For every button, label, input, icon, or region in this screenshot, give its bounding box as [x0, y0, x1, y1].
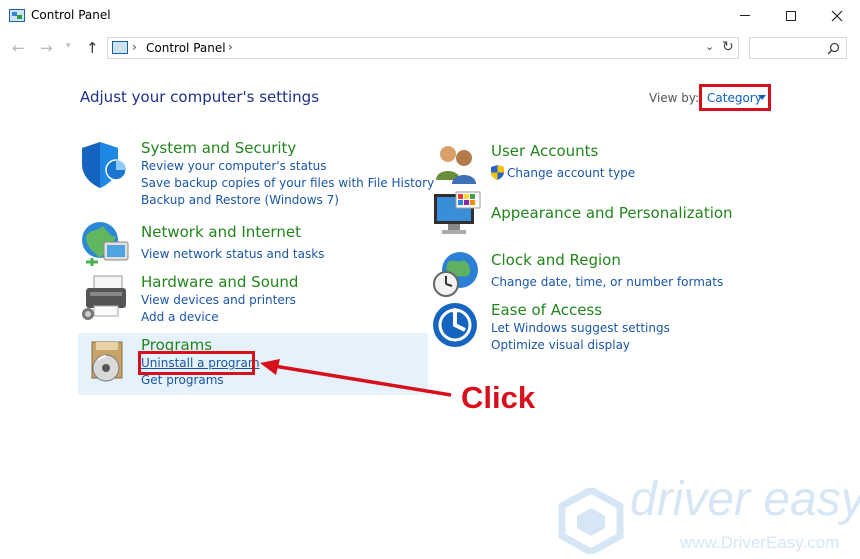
navigation-bar: ← → ▾ ↑ › Control Panel › ⌄ ↻ — [0, 31, 860, 65]
search-input[interactable] — [749, 37, 847, 59]
link-date-time-formats[interactable]: Change date, time, or number formats — [491, 275, 723, 289]
address-control-panel-icon — [112, 41, 128, 54]
category-system-security[interactable]: System and Security — [141, 139, 296, 157]
link-add-device[interactable]: Add a device — [141, 310, 219, 324]
window-title: Control Panel — [31, 8, 111, 22]
link-suggest-settings[interactable]: Let Windows suggest settings — [491, 321, 670, 335]
close-icon — [831, 10, 843, 21]
category-network-internet[interactable]: Network and Internet — [141, 223, 301, 241]
category-ease-of-access[interactable]: Ease of Access — [491, 301, 602, 319]
minimize-button[interactable] — [722, 0, 768, 31]
breadcrumb-separator-icon[interactable]: › — [228, 40, 233, 54]
address-bar[interactable]: › Control Panel › ⌄ ↻ — [107, 37, 739, 59]
address-dropdown-icon[interactable]: ⌄ — [705, 40, 714, 53]
driver-easy-logo-icon — [558, 488, 624, 554]
category-appearance[interactable]: Appearance and Personalization — [491, 204, 733, 222]
close-button[interactable] — [814, 0, 860, 31]
title-bar: Control Panel — [0, 0, 860, 31]
clock-globe-icon — [433, 252, 478, 297]
programs-disc-icon — [91, 341, 123, 382]
link-devices-printers[interactable]: View devices and printers — [141, 293, 296, 307]
watermark-brand: driver easy — [630, 473, 860, 526]
watermark-url: www.DriverEasy.com — [680, 533, 840, 552]
refresh-icon[interactable]: ↻ — [722, 39, 734, 55]
breadcrumb-separator-icon[interactable]: › — [132, 40, 137, 54]
back-arrow-icon[interactable]: ← — [12, 39, 25, 57]
maximize-button[interactable] — [768, 0, 814, 31]
network-globe-icon — [82, 222, 129, 266]
link-optimize-display[interactable]: Optimize visual display — [491, 338, 630, 352]
forward-arrow-icon[interactable]: → — [40, 39, 53, 57]
link-network-status[interactable]: View network status and tasks — [141, 247, 324, 261]
click-callout: Click — [461, 380, 536, 415]
category-hardware-sound[interactable]: Hardware and Sound — [141, 273, 298, 291]
link-get-programs[interactable]: Get programs — [141, 373, 224, 387]
shield-icon — [82, 142, 127, 188]
recent-locations-chevron-icon[interactable]: ▾ — [66, 41, 71, 51]
link-backup-restore[interactable]: Backup and Restore (Windows 7) — [141, 193, 339, 207]
search-icon[interactable] — [827, 42, 840, 55]
up-arrow-icon[interactable]: ↑ — [86, 39, 99, 57]
view-by-value[interactable]: Category — [707, 91, 762, 105]
category-clock-region[interactable]: Clock and Region — [491, 251, 621, 269]
minimize-icon — [740, 15, 750, 16]
dropdown-caret-icon[interactable] — [758, 95, 766, 100]
annotation-arrow-icon — [260, 359, 452, 397]
ease-of-access-icon — [433, 303, 477, 347]
maximize-icon — [786, 10, 796, 21]
page-title: Adjust your computer's settings — [80, 88, 320, 106]
watermark: driver easy www.DriverEasy.com — [558, 473, 860, 559]
breadcrumb[interactable]: Control Panel — [146, 41, 226, 55]
uninstall-highlight-box — [138, 351, 255, 375]
link-change-account-type[interactable]: Change account type — [507, 166, 635, 180]
view-by-dropdown[interactable]: Category — [699, 84, 771, 111]
link-review-status[interactable]: Review your computer's status — [141, 159, 327, 173]
view-by-label: View by: — [649, 91, 700, 105]
category-user-accounts[interactable]: User Accounts — [491, 142, 598, 160]
printer-icon — [82, 275, 126, 320]
link-file-history[interactable]: Save backup copies of your files with Fi… — [141, 176, 434, 190]
users-icon — [436, 146, 476, 184]
monitor-palette-icon — [434, 191, 481, 234]
uac-shield-icon — [491, 165, 504, 180]
control-panel-icon — [9, 9, 25, 22]
